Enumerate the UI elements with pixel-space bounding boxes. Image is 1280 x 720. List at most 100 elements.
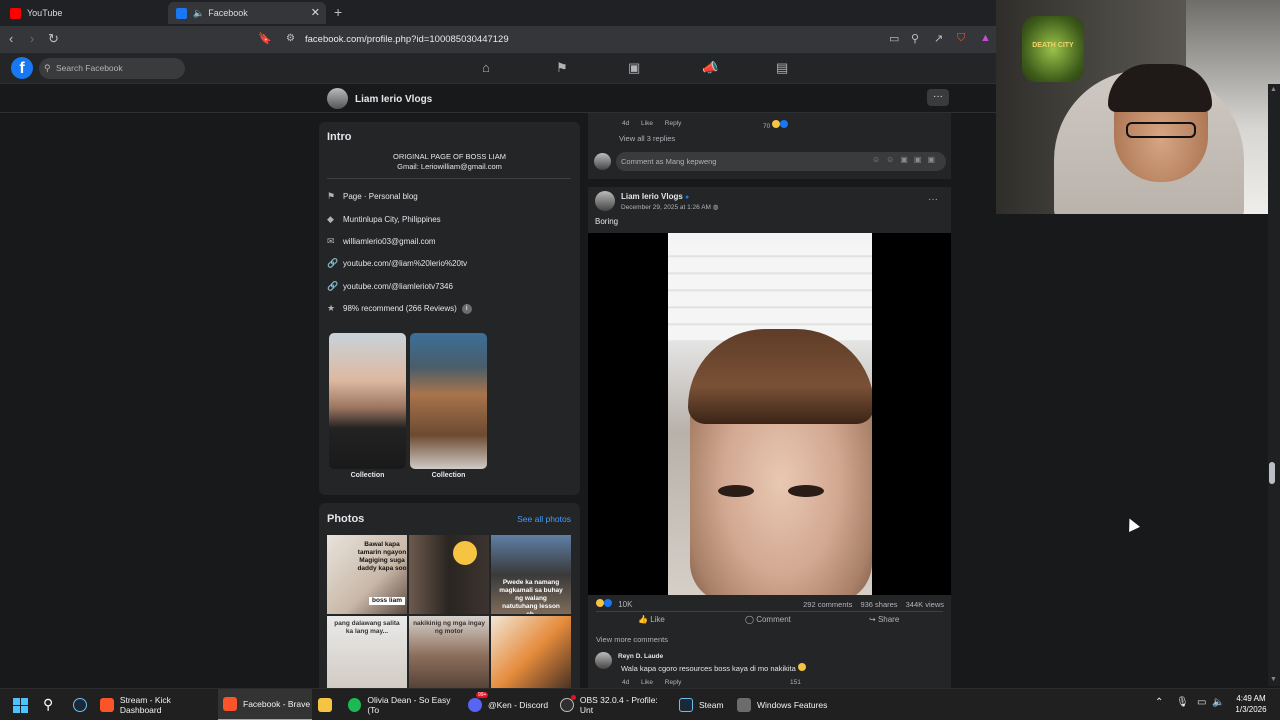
share-button[interactable]: ↪ Share [869,615,899,624]
person-eye [788,485,824,497]
taskbar-item-spotify[interactable]: Olivia Dean - So Easy (To [348,689,460,720]
reaction-count[interactable]: 70 [763,120,789,130]
post-reactions[interactable]: 10K [596,599,632,609]
detail-text[interactable]: youtube.com/@liamleriotv7346 [343,282,453,291]
laughing-emoji-icon [453,541,477,565]
post-author-name[interactable]: Liam Ierio Vlogs [621,192,683,201]
photo-thumbnail[interactable]: Pwede ka namang magkamali sa buhay ng wa… [491,535,571,614]
post-date-text[interactable]: December 29, 2025 at 1:26 AM [621,204,711,211]
steam-icon[interactable] [73,698,87,712]
pages-flag-icon[interactable]: ⚑ [556,60,568,76]
post-video[interactable] [588,233,951,595]
tab-youtube[interactable]: YouTube [2,2,166,24]
scrollbar-thumb[interactable] [1269,462,1275,484]
brave-shield-icon[interactable]: ⛉ [957,32,965,45]
detail-email[interactable]: ✉ williamlerio03@gmail.com [327,236,436,247]
photo-thumbnail[interactable] [409,535,489,614]
marketplace-icon[interactable]: ▤ [776,60,788,76]
comment-tool-icons[interactable]: ☺☺▣▣▣ [872,155,941,164]
collection-thumbnail[interactable] [329,333,406,469]
post-stats: 292 comments 936 shares 344K views [803,600,944,609]
detail-reviews[interactable]: ★ 98% recommend (266 Reviews) i [327,303,472,314]
post-author[interactable]: Liam Ierio Vlogs ● [621,192,689,201]
reply-reply-link[interactable]: Reply [665,120,682,127]
network-icon[interactable]: ▭ [1197,697,1206,708]
page-title[interactable]: Liam Ierio Vlogs [355,94,432,105]
view-replies-link[interactable]: View all 3 replies [619,134,675,143]
browser-tab-bar: YouTube 🔈 Facebook ✕ + [0,0,996,26]
video-frame [668,233,872,595]
shares-count[interactable]: 936 shares [860,600,897,609]
comment-icon: ◯ [745,615,754,624]
post-date[interactable]: December 29, 2025 at 1:26 AM ◍ [621,203,718,211]
cast-icon[interactable]: ▭ [889,32,899,45]
detail-text[interactable]: youtube.com/@liam%20lerio%20tv [343,259,467,268]
home-icon[interactable]: ⌂ [482,60,490,75]
forward-icon[interactable]: › [30,31,34,46]
detail-location: ◆ Muntinlupa City, Philippines [327,214,441,225]
photo-thumbnail[interactable] [491,616,571,693]
chevron-up-icon[interactable]: ⌃ [1155,697,1163,708]
comment-body: Wala kapa cgoro resources boss kaya di m… [621,664,796,673]
avatar[interactable] [595,191,615,211]
taskbar-item-explorer[interactable] [318,689,340,720]
search-icon[interactable]: ⚲ [43,696,53,713]
back-icon[interactable]: ‹ [9,31,13,46]
see-all-photos-link[interactable]: See all photos [517,514,571,524]
comment-button[interactable]: ◯ Comment [745,615,791,624]
collection-thumbnail[interactable] [410,333,487,469]
obs-icon [560,698,574,712]
windows-start-icon[interactable] [13,698,28,713]
video-icon[interactable]: ▣ [628,60,640,76]
page-scrollbar[interactable] [1268,84,1280,686]
microphone-icon[interactable]: 🎙 [1176,697,1189,708]
reload-icon[interactable]: ↻ [48,31,59,47]
taskbar-item-windows-features[interactable]: Windows Features [737,689,837,720]
detail-text[interactable]: 98% recommend (266 Reviews) [343,304,457,313]
detail-text[interactable]: williamlerio03@gmail.com [343,237,436,246]
comment-reaction-count[interactable]: 151 [790,679,801,686]
taskbar-item-obs[interactable]: OBS 32.0.4 - Profile: Unt [560,689,672,720]
scroll-down-icon[interactable]: ▼ [1270,676,1277,683]
zoom-icon[interactable]: ⚲ [911,32,919,45]
bookmark-icon[interactable]: 🔖 [258,32,272,45]
reaction-total: 10K [618,600,633,609]
new-tab-button[interactable]: + [334,4,342,20]
photo-thumbnail[interactable]: nakikinig ng mga ingay ng motor [409,616,489,693]
photo-thumbnail[interactable]: Bawal kapa tamarin ngayon Magiging suga … [327,535,407,614]
post-options-icon[interactable]: ··· [928,194,938,205]
comment-reply-link[interactable]: Reply [665,679,682,686]
comment-author[interactable]: Reyn D. Laude [618,653,663,660]
avatar[interactable] [594,153,611,170]
photo-thumbnail[interactable]: pang dalawang salita ka lang may... [327,616,407,693]
view-more-comments-link[interactable]: View more comments [596,635,668,644]
like-button[interactable]: 👍 Like [638,615,665,624]
detail-link[interactable]: 🔗 youtube.com/@liam%20lerio%20tv [327,258,467,269]
detail-link[interactable]: 🔗 youtube.com/@liamleriotv7346 [327,281,453,292]
address-bar[interactable]: ⚙ facebook.com/profile.php?id=1000850304… [280,29,880,50]
taskbar-item-facebook[interactable]: Facebook - Brave [218,689,312,720]
taskbar-item-kick[interactable]: Stream - Kick Dashboard [100,689,214,720]
scroll-up-icon[interactable]: ▲ [1270,86,1277,93]
avatar[interactable] [327,88,348,109]
like-reaction-icon [604,599,612,607]
facebook-logo[interactable]: f [11,57,33,79]
avatar[interactable] [595,652,612,669]
more-options-button[interactable]: ··· [927,89,949,106]
tab-facebook[interactable]: 🔈 Facebook ✕ [168,2,326,24]
system-clock[interactable]: 4:49 AM 1/3/2026 [1228,693,1274,715]
taskbar-item-steam[interactable]: Steam [679,689,729,720]
comment-input[interactable]: Comment as Mang kepweng ☺☺▣▣▣ [616,152,946,171]
comments-count[interactable]: 292 comments [803,600,852,609]
site-info-icon[interactable]: ⚙ [286,33,295,44]
brave-rewards-icon[interactable]: ▲ [980,32,991,44]
share-icon[interactable]: ↗ [934,32,943,45]
close-icon[interactable]: ✕ [311,6,320,19]
search-input[interactable]: ⚲ Search Facebook [39,58,185,79]
megaphone-icon[interactable]: 📣 [702,60,718,76]
detail-text: Page · Personal blog [343,192,418,201]
comment-like-link[interactable]: Like [641,679,653,686]
info-icon[interactable]: i [461,303,472,314]
reply-like-link[interactable]: Like [641,120,653,127]
volume-icon[interactable]: 🔈 [1212,697,1224,708]
